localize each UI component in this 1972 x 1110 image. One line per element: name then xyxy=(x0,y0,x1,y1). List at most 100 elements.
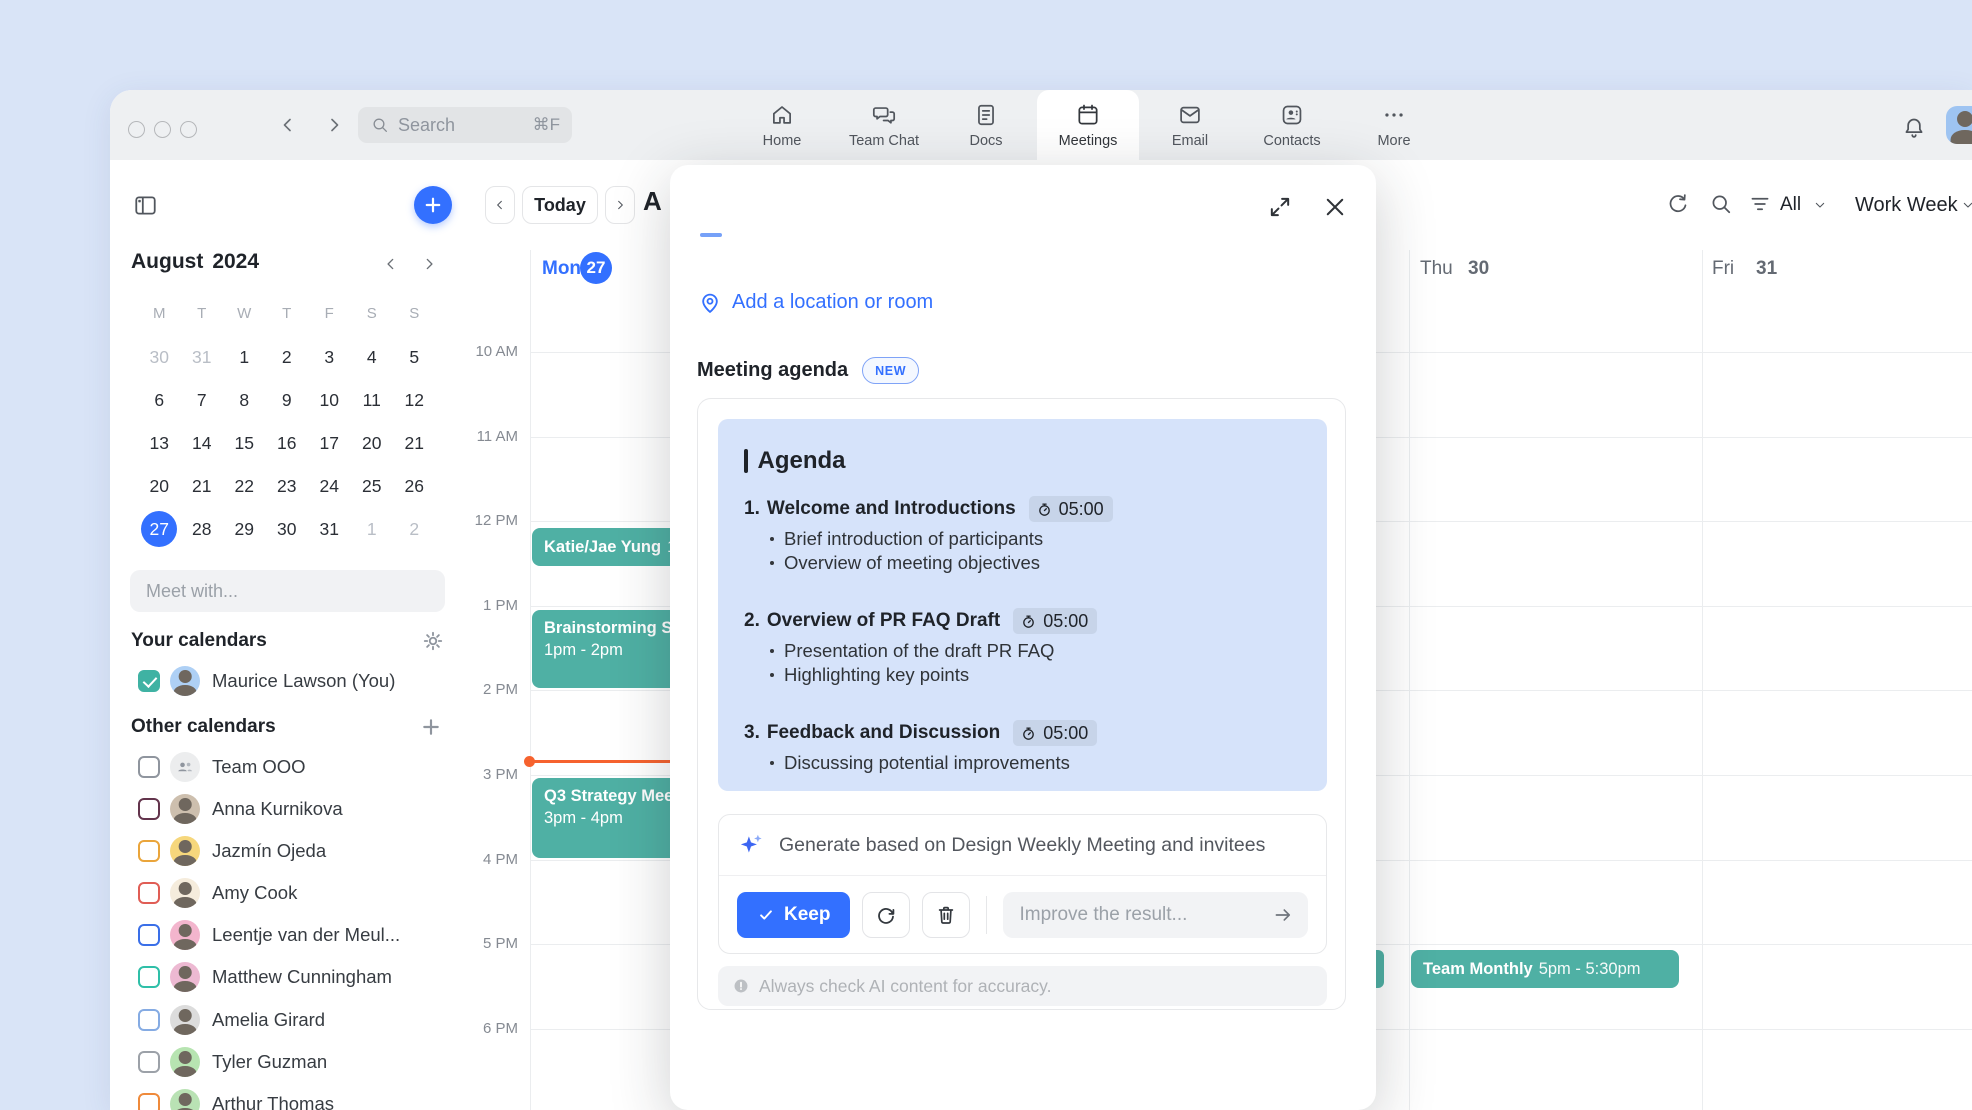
search-calendar-icon[interactable] xyxy=(1708,191,1734,217)
gear-icon[interactable] xyxy=(420,628,446,654)
calendar-checkbox[interactable] xyxy=(138,882,160,904)
today-button[interactable]: Today xyxy=(522,186,598,224)
create-event-button[interactable] xyxy=(414,186,452,224)
next-week-button[interactable] xyxy=(605,186,635,224)
mini-calendar-day[interactable]: 31 xyxy=(184,339,220,375)
mini-calendar-day[interactable]: 15 xyxy=(226,425,262,461)
submit-arrow-icon[interactable] xyxy=(1272,904,1294,926)
nav-back-icon[interactable] xyxy=(276,113,300,137)
chevron-down-icon[interactable] xyxy=(1812,197,1838,223)
notifications-bell-icon[interactable] xyxy=(1901,115,1927,141)
mini-calendar-day[interactable]: 21 xyxy=(184,468,220,504)
mini-calendar-day[interactable]: 7 xyxy=(184,382,220,418)
mini-calendar-day[interactable]: 12 xyxy=(396,382,432,418)
tab-docs[interactable]: Docs xyxy=(935,90,1037,160)
add-calendar-icon[interactable] xyxy=(418,714,444,740)
user-avatar[interactable] xyxy=(1946,106,1972,144)
calendar-checkbox[interactable] xyxy=(138,1009,160,1031)
event-team-monthly[interactable]: Team Monthly5pm - 5:30pm xyxy=(1411,950,1679,988)
calendar-checkbox[interactable] xyxy=(138,1051,160,1073)
mini-calendar-day[interactable]: 30 xyxy=(141,339,177,375)
calendar-row-team-ooo[interactable]: Team OOO xyxy=(110,750,460,784)
close-icon[interactable] xyxy=(1320,192,1348,220)
mini-calendar-day[interactable]: 31 xyxy=(311,511,347,547)
mini-calendar-day[interactable]: 2 xyxy=(396,511,432,547)
window-close-button[interactable] xyxy=(128,121,145,138)
window-minimize-button[interactable] xyxy=(154,121,171,138)
calendar-checkbox[interactable] xyxy=(138,1093,160,1110)
window-zoom-button[interactable] xyxy=(180,121,197,138)
mini-calendar-next-icon[interactable] xyxy=(419,254,439,274)
mini-calendar-day[interactable]: 24 xyxy=(311,468,347,504)
tab-more[interactable]: More xyxy=(1343,90,1445,160)
mini-calendar-day[interactable]: 2 xyxy=(269,339,305,375)
calendar-row-leentje[interactable]: Leentje van der Meul... xyxy=(110,918,460,952)
tab-home[interactable]: Home xyxy=(731,90,833,160)
discard-button[interactable] xyxy=(922,892,970,938)
search-input[interactable]: Search ⌘F xyxy=(358,107,572,143)
mini-calendar-day[interactable]: 1 xyxy=(354,511,390,547)
mini-calendar-day[interactable]: 30 xyxy=(269,511,305,547)
collapse-sidebar-icon[interactable] xyxy=(132,192,159,219)
regenerate-button[interactable] xyxy=(862,892,910,938)
tab-contacts[interactable]: Contacts xyxy=(1241,90,1343,160)
calendar-row-maurice[interactable]: Maurice Lawson (You) xyxy=(110,664,460,698)
event-details-modal: Add a location or room Meeting agenda NE… xyxy=(670,165,1376,1110)
tab-email[interactable]: Email xyxy=(1139,90,1241,160)
meet-with-input[interactable]: Meet with... xyxy=(130,570,445,612)
mini-calendar-day[interactable]: 20 xyxy=(141,468,177,504)
mini-calendar-day[interactable]: 22 xyxy=(226,468,262,504)
mini-calendar-day[interactable]: 10 xyxy=(311,382,347,418)
calendar-row-matthew[interactable]: Matthew Cunningham xyxy=(110,960,460,994)
mini-calendar-day[interactable]: 6 xyxy=(141,382,177,418)
agenda-editor[interactable]: Agenda 1. Welcome and Introductions 05:0… xyxy=(718,419,1327,791)
calendar-checkbox[interactable] xyxy=(138,798,160,820)
mini-calendar-day[interactable]: 26 xyxy=(396,468,432,504)
mini-calendar-day[interactable]: 29 xyxy=(226,511,262,547)
add-location-link[interactable]: Add a location or room xyxy=(697,289,933,315)
mini-calendar-day[interactable]: 16 xyxy=(269,425,305,461)
mini-calendar-day[interactable]: 28 xyxy=(184,511,220,547)
calendar-row-arthur[interactable]: Arthur Thomas xyxy=(110,1087,460,1110)
chevron-down-icon[interactable] xyxy=(1960,197,1972,223)
mini-calendar-day[interactable]: 13 xyxy=(141,425,177,461)
mini-calendar-day[interactable]: 8 xyxy=(226,382,262,418)
nav-forward-icon[interactable] xyxy=(322,113,346,137)
calendar-checkbox[interactable] xyxy=(138,756,160,778)
calendar-row-amelia[interactable]: Amelia Girard xyxy=(110,1003,460,1037)
filter-all-dropdown[interactable]: All xyxy=(1780,194,1801,216)
calendar-checkbox[interactable] xyxy=(138,924,160,946)
mini-calendar-day[interactable]: 27 xyxy=(141,511,177,547)
mini-calendar-prev-icon[interactable] xyxy=(381,254,401,274)
calendar-row-amy[interactable]: Amy Cook xyxy=(110,876,460,910)
mini-calendar-day[interactable]: 3 xyxy=(311,339,347,375)
tab-team-chat[interactable]: Team Chat xyxy=(833,90,935,160)
mini-calendar-day[interactable]: 5 xyxy=(396,339,432,375)
calendar-row-tyler[interactable]: Tyler Guzman xyxy=(110,1045,460,1079)
mini-calendar-day[interactable]: 21 xyxy=(396,425,432,461)
calendar-row-anna[interactable]: Anna Kurnikova xyxy=(110,792,460,826)
improve-result-input[interactable]: Improve the result... xyxy=(1003,892,1308,938)
calendar-checkbox[interactable] xyxy=(138,840,160,862)
mini-calendar-day[interactable]: 4 xyxy=(354,339,390,375)
mini-calendar-day[interactable]: 23 xyxy=(269,468,305,504)
filter-icon[interactable] xyxy=(1747,191,1773,217)
mini-calendar-day[interactable]: 14 xyxy=(184,425,220,461)
refresh-icon[interactable] xyxy=(1665,191,1691,217)
mini-calendar-weekday: S xyxy=(367,305,377,322)
calendar-checkbox[interactable] xyxy=(138,670,160,692)
calendar-checkbox[interactable] xyxy=(138,966,160,988)
mini-calendar-day[interactable]: 25 xyxy=(354,468,390,504)
mini-calendar-day[interactable]: 17 xyxy=(311,425,347,461)
mini-calendar-day[interactable]: 9 xyxy=(269,382,305,418)
mini-calendar-day[interactable]: 11 xyxy=(354,382,390,418)
expand-icon[interactable] xyxy=(1266,193,1294,221)
prev-week-button[interactable] xyxy=(485,186,515,224)
mini-calendar-day[interactable]: 1 xyxy=(226,339,262,375)
calendar-row-jazmin[interactable]: Jazmín Ojeda xyxy=(110,834,460,868)
tab-meetings[interactable]: Meetings xyxy=(1037,90,1139,160)
view-selector-dropdown[interactable]: Work Week xyxy=(1855,194,1958,217)
mini-calendar-day[interactable]: 20 xyxy=(354,425,390,461)
calendar-name: Maurice Lawson (You) xyxy=(212,670,395,692)
keep-button[interactable]: Keep xyxy=(737,892,850,938)
